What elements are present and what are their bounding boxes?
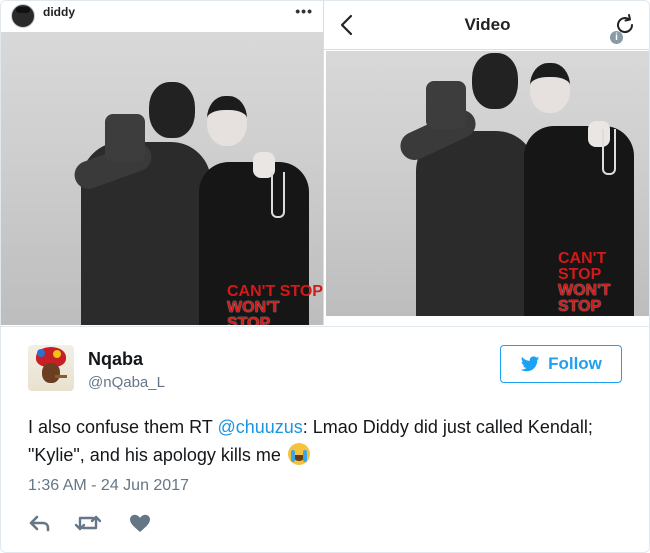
video-header: Video i: [324, 1, 649, 50]
avatar-cigar: [55, 375, 67, 378]
loudly-crying-face-emoji: [287, 443, 310, 465]
avatar-flower: [37, 349, 45, 357]
logo-line-1: CAN'T STOP: [227, 283, 323, 300]
twitter-bird-icon: [520, 355, 540, 371]
avatar-flower: [53, 350, 61, 358]
woman-head: [207, 96, 247, 146]
cant-stop-logo: CAN'T STOP WON'T STOP: [558, 251, 649, 315]
tweet-text-before: I also confuse them RT: [28, 417, 218, 437]
tweet-card: diddy ••• CAN'T STOP WON'T STOP Video i …: [0, 0, 650, 553]
more-options-icon[interactable]: •••: [295, 3, 313, 19]
tweet: Nqaba @nQaba_L Follow I also confuse the…: [1, 326, 649, 552]
logo-line-2: WON'T STOP: [558, 282, 611, 315]
follow-label: Follow: [548, 354, 602, 373]
timestamp[interactable]: 1:36 AM - 24 Jun 2017: [28, 477, 189, 495]
post-header: diddy •••: [1, 1, 323, 31]
logo-line-2: WON'T STOP: [227, 299, 280, 326]
video-title: Video: [464, 15, 511, 34]
user-handle[interactable]: @nQaba_L: [88, 374, 165, 391]
instagram-video-right: Video i CAN'T STOP WON'T STOP: [324, 1, 649, 325]
mention-link[interactable]: @chuuzus: [217, 417, 302, 437]
avatar-face: [42, 363, 60, 383]
man-hand: [105, 114, 145, 162]
follow-button[interactable]: Follow: [500, 345, 622, 383]
man-hand: [426, 81, 466, 129]
info-icon[interactable]: i: [610, 31, 623, 44]
man-head: [472, 53, 518, 109]
retweet-icon[interactable]: [74, 513, 102, 533]
champagne-glass: [271, 172, 285, 218]
post-photo: CAN'T STOP WON'T STOP: [1, 32, 323, 325]
cant-stop-logo: CAN'T STOP WON'T STOP: [227, 283, 323, 326]
username[interactable]: diddy: [43, 5, 75, 19]
champagne-glass: [602, 129, 616, 175]
user-avatar[interactable]: [11, 4, 35, 28]
tweet-text: I also confuse them RT @chuuzus: Lmao Di…: [28, 413, 628, 469]
instagram-post-left: diddy ••• CAN'T STOP WON'T STOP: [1, 1, 324, 325]
reply-icon[interactable]: [28, 513, 52, 533]
man-figure: [416, 131, 536, 316]
woman-head: [530, 63, 570, 113]
display-name[interactable]: Nqaba: [88, 349, 143, 370]
logo-line-1: CAN'T STOP: [558, 250, 607, 283]
avatar[interactable]: [28, 345, 74, 391]
like-icon[interactable]: [128, 513, 152, 533]
man-head: [149, 82, 195, 138]
video-frame[interactable]: CAN'T STOP WON'T STOP: [326, 51, 649, 316]
